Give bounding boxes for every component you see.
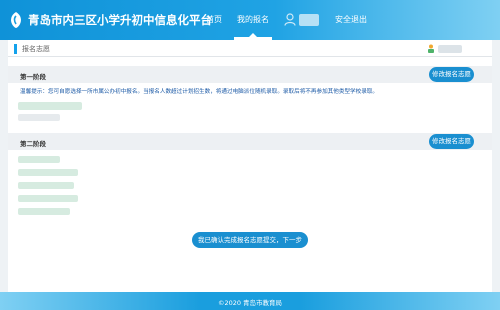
breadcrumb: 报名志愿 <box>8 40 492 57</box>
edit-stage-two-button[interactable]: 修改报名志愿 <box>429 134 474 149</box>
user-name-redacted <box>299 14 319 26</box>
logout-link[interactable]: 安全退出 <box>335 14 367 25</box>
stage-two-choice-redacted <box>18 156 60 163</box>
logo-icon <box>11 12 21 28</box>
confirm-next-button[interactable]: 我已确认完成报名志愿提交，下一步 <box>192 232 308 248</box>
nav-active-arrow <box>249 33 257 37</box>
stage-two-choice-redacted <box>18 208 70 215</box>
stage-one-school-redacted <box>18 102 82 110</box>
stage-one-detail-redacted <box>18 114 60 121</box>
notice-text: 温馨提示：您可自愿选择一所市属公办初中报名。当报名人数超过计划招生数，将通过电脑… <box>20 89 379 95</box>
stage-two-choice-redacted <box>18 169 78 176</box>
stage-one-header: 第一阶段 修改报名志愿 <box>8 66 492 83</box>
nav-my-application-link[interactable]: 我的报名 <box>237 14 269 25</box>
footer-copyright: ©2020 青岛市教育局 <box>217 299 283 307</box>
main-panel: 报名志愿 第一阶段 修改报名志愿 温馨提示：您可自愿选择一所市属公办初中报名。当… <box>8 40 492 292</box>
avatar-icon <box>428 44 434 53</box>
footer: ©2020 青岛市教育局 <box>0 292 500 310</box>
stage-one-title: 第一阶段 <box>20 73 46 81</box>
student-name-redacted <box>438 45 462 53</box>
stage-two-choice-redacted <box>18 195 78 202</box>
site-title: 青岛市内三区小学升初中信息化平台 <box>28 13 212 27</box>
nav-home-link[interactable]: 首页 <box>206 14 222 25</box>
stage-two-header: 第二阶段 修改报名志愿 <box>8 133 492 150</box>
user-icon[interactable] <box>284 13 296 26</box>
stage-two-choice-redacted <box>18 182 74 189</box>
edit-stage-one-button[interactable]: 修改报名志愿 <box>429 67 474 82</box>
breadcrumb-marker <box>14 44 17 54</box>
stage-two-title: 第二阶段 <box>20 140 46 148</box>
breadcrumb-label: 报名志愿 <box>22 45 50 53</box>
top-header: 青岛市内三区小学升初中信息化平台 首页 我的报名 安全退出 <box>0 0 500 40</box>
